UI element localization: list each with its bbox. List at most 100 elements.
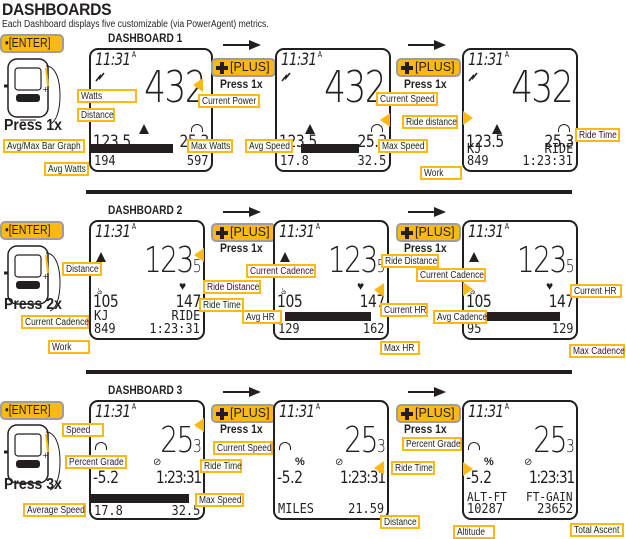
primary-value: 432 [511, 62, 573, 113]
callout-label: Max Speed [378, 139, 428, 153]
distance-icon [469, 252, 479, 262]
callout-label: Watts [77, 89, 137, 103]
dashboard-row-1: •[ENTER] + Press 1x DASHBOARD 1 11:31 A 4… [0, 0, 626, 190]
lightning-icon [95, 72, 105, 82]
callout-label: Avg HR [242, 310, 282, 324]
cadence-icon: ঌ [97, 286, 103, 296]
selection-pointer [463, 462, 473, 476]
callout-label: Current HR [570, 284, 622, 298]
next-arrow [223, 40, 261, 50]
speed-gauge-icon [95, 442, 107, 450]
avg-max-bar [91, 494, 189, 503]
bottom-left-value: 194 [94, 154, 116, 169]
press-label: Press 1x [404, 243, 447, 255]
callout-label: Distance [62, 262, 102, 276]
left-metric-value: -5.2 [277, 468, 303, 488]
dashboard-title: DASHBOARD 3 [108, 385, 183, 397]
callout-label: Avg/Max Bar Graph [3, 139, 85, 153]
bottom-left-value: 95 [467, 322, 482, 337]
plus-button[interactable]: [PLUS] [396, 223, 461, 242]
selection-pointer [374, 283, 384, 297]
speed-gauge-icon [468, 442, 480, 450]
stopwatch-icon: ⊘ [524, 457, 533, 468]
plus-button[interactable]: [PLUS] [396, 404, 461, 423]
bottom-left-value: MILES [278, 502, 315, 517]
clock-display: 11:31 A [95, 402, 136, 422]
callout-label: Current HR [380, 303, 428, 317]
clock-display: 11:31 A [279, 222, 320, 242]
enter-button[interactable]: •[ENTER] [0, 34, 64, 53]
callout-label: Avg Watts [44, 162, 89, 176]
bottom-left-value: 849 [94, 322, 116, 337]
bottom-right-value: 597 [186, 154, 208, 169]
distance-icon [139, 124, 149, 134]
bottom-left-value: 17.8 [94, 504, 123, 519]
press-count-label: Press 1x [4, 117, 62, 134]
selection-pointer [374, 461, 384, 475]
callout-label: Ride Time [391, 461, 435, 475]
plus-button[interactable]: [PLUS] [211, 404, 276, 423]
left-metric-value: 105 [277, 292, 303, 312]
plus-icon [401, 61, 413, 74]
next-arrow [408, 40, 446, 50]
left-metric-value: 105 [466, 292, 492, 312]
dashboard-screen: 11:31 A 432 123.5 25.3 17.8 32.5 [275, 48, 391, 172]
callout-label: Distance [77, 108, 115, 122]
callout-label: Percent Grade [402, 437, 462, 451]
device-illustration: + [4, 245, 61, 312]
plus-button[interactable]: [PLUS] [211, 223, 276, 242]
selection-pointer [194, 248, 204, 262]
next-arrow [408, 387, 446, 397]
press-count-label: Press 3x [4, 476, 62, 493]
enter-button[interactable]: •[ENTER] [0, 401, 64, 420]
primary-value: 1235 [143, 240, 202, 281]
speed-gauge-icon [279, 442, 291, 450]
dashboard-screen: 11:31 A 253 % ⊘ -5.2 1:23:31 ALT-FT FT-GA… [462, 400, 578, 520]
speed-gauge-icon [191, 124, 203, 132]
callout-label: Total Ascent [570, 523, 624, 537]
cadence-icon: ঌ [470, 286, 476, 296]
dashboard-title: DASHBOARD 2 [108, 205, 183, 217]
speed-gauge-icon [558, 124, 570, 132]
right-metric-value: 147 [548, 292, 575, 312]
avg-max-bar [91, 144, 173, 153]
callout-label: Avg Speed [245, 139, 293, 153]
left-metric-value: -5.2 [93, 468, 119, 488]
bottom-left-value: 10287 [467, 502, 504, 517]
plus-icon [216, 226, 228, 239]
clock-display: 11:31 A [468, 222, 509, 242]
plus-icon [401, 407, 413, 420]
left-label: KJ [94, 309, 109, 324]
primary-value: 1235 [516, 240, 575, 281]
clock-display: 11:31 A [468, 50, 509, 70]
svg-text:+: + [42, 272, 49, 281]
enter-button[interactable]: •[ENTER] [0, 221, 64, 240]
callout-label: Work [48, 340, 90, 354]
dashboard-screen: 11:31 A 1235 ঌ ♥ 105 147 129 162 [273, 220, 389, 340]
callout-label: Current Cadence [21, 315, 89, 329]
plus-button[interactable]: [PLUS] [396, 58, 461, 77]
callout-label: Altitude [453, 525, 495, 539]
callout-label: Ride Distance [203, 280, 261, 294]
right-label: RIDE [171, 309, 200, 324]
distance-icon [96, 252, 106, 262]
bottom-right-value: 21.59 [347, 502, 384, 517]
dashboard-screen: 11:31 A 432 123.5 25.3 KJ RIDE 849 1:23:3… [462, 48, 578, 172]
dashboard-screen: 11:31 A 253 % ⊘ -5.2 1:23:31 MILES 21.59 [273, 400, 389, 520]
avg-max-bar [285, 312, 371, 321]
device-illustration: + [4, 424, 61, 491]
clock-display: 11:31 A [468, 402, 509, 422]
clock-display: 11:31 A [95, 50, 136, 70]
callout-label: Max HR [380, 341, 420, 355]
clock-display: 11:31 A [279, 402, 320, 422]
svg-text:+: + [42, 85, 49, 94]
left-metric-value: 105 [93, 292, 119, 312]
callout-label: Ride Time [200, 459, 242, 473]
heart-icon: ♥ [546, 279, 554, 293]
callout-label: Max Speed [195, 493, 244, 507]
section-divider [86, 370, 572, 374]
primary-value: 253 [160, 420, 202, 461]
bottom-right-value: 23652 [536, 502, 573, 517]
plus-button[interactable]: [PLUS] [211, 58, 276, 77]
svg-text:+: + [42, 451, 49, 460]
